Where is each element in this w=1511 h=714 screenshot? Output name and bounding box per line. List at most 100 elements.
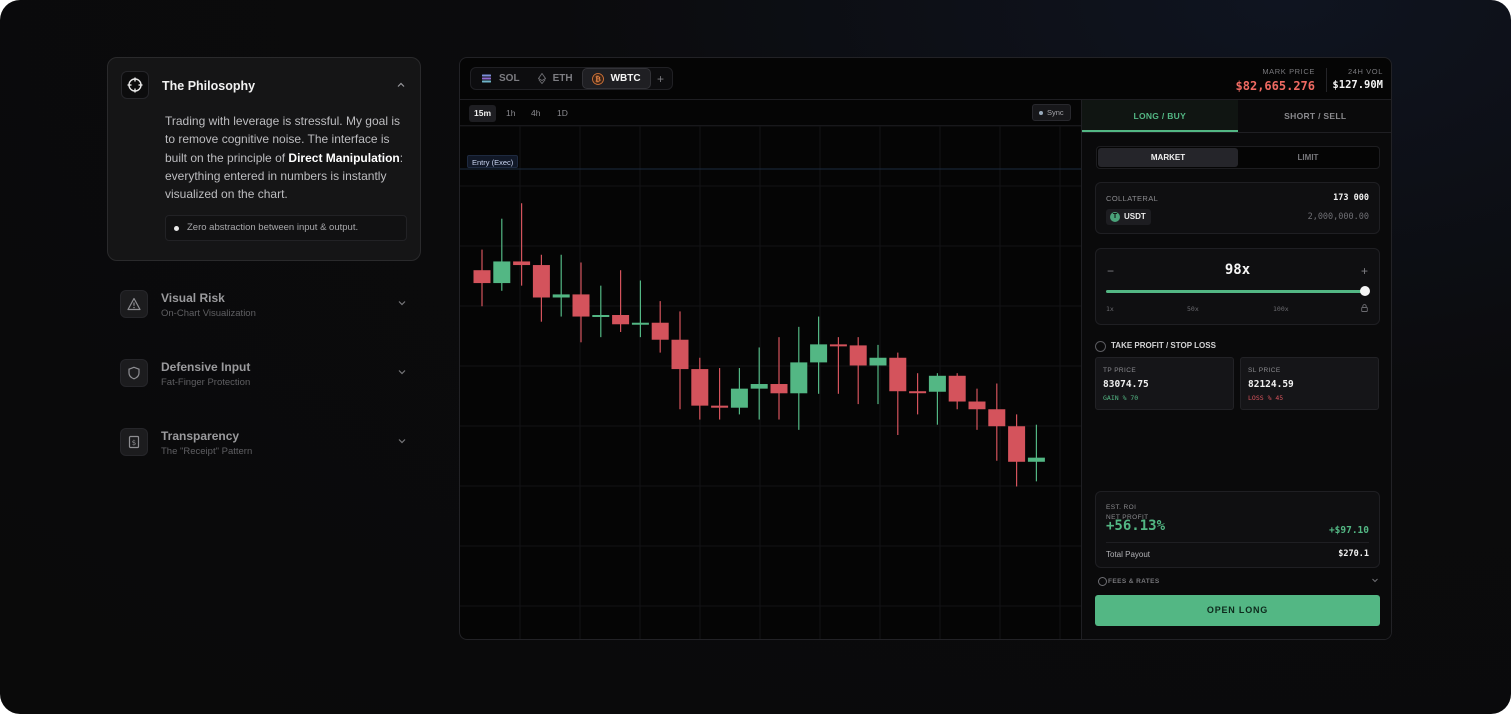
candle-down (691, 369, 709, 406)
total-payout-value: $270.1 (1338, 549, 1369, 559)
candle-up (810, 344, 828, 363)
collateral-input[interactable]: 173 000 (1333, 193, 1369, 203)
leverage-card: − 98x + 1x 50x 100x (1095, 248, 1380, 325)
candle-up (592, 315, 610, 318)
chevron-down-icon[interactable] (397, 298, 407, 308)
candle-down (829, 344, 847, 347)
app-frame: The Philosophy Trading with leverage is … (0, 0, 1511, 714)
tp-gain: GAIN % 70 (1103, 394, 1139, 402)
divider (1106, 542, 1369, 543)
accordion-item-visual-risk[interactable]: Visual Risk On-Chart Visualization (107, 288, 421, 338)
leverage-slider-track[interactable] (1106, 290, 1365, 293)
chevron-up-icon[interactable] (396, 80, 406, 90)
candle-up (1027, 457, 1045, 462)
candle-up (750, 384, 768, 389)
accordion-title: Transparency (161, 429, 240, 443)
volume-24h: 24H VOL $127.90M (1332, 67, 1383, 91)
candle-down (909, 391, 927, 394)
sl-price-card[interactable]: SL PRICE 82124.59 LOSS % 45 (1240, 357, 1379, 410)
accordion-subtitle: On-Chart Visualization (161, 308, 256, 319)
asset-topbar: SOL ETH ₿ WBTC + MARK PRICE $82,665.276 … (460, 58, 1391, 100)
accordion-note: Zero abstraction between input & output. (165, 215, 407, 241)
asset-tabs: SOL ETH ₿ WBTC + (470, 67, 673, 90)
token-selector[interactable]: USDT (1106, 209, 1151, 225)
candle-down (513, 261, 531, 266)
chart-area[interactable]: 15m 1h 4h 1D Sync Entry (Exec) (460, 100, 1081, 640)
svg-text:$: $ (132, 439, 136, 447)
tab-short-sell[interactable]: SHORT / SELL (1238, 100, 1392, 132)
collateral-label: COLLATERAL (1106, 194, 1159, 203)
leverage-increase-button[interactable]: + (1361, 264, 1368, 278)
shield-icon (120, 359, 148, 387)
candle-up (552, 294, 570, 298)
receipt-icon: $ (120, 428, 148, 456)
candle-down (889, 357, 907, 392)
candle-up (790, 362, 808, 394)
leverage-slider-handle[interactable] (1359, 286, 1370, 296)
order-type-market[interactable]: MARKET (1098, 148, 1238, 167)
trading-panel: SOL ETH ₿ WBTC + MARK PRICE $82,665.276 … (459, 57, 1392, 640)
side-tabs: LONG / BUY SHORT / SELL (1082, 100, 1392, 133)
accordion-title: The Philosophy (162, 79, 256, 93)
chevron-down-icon[interactable] (1371, 576, 1379, 584)
add-tab-button[interactable]: + (651, 68, 671, 89)
accordion-item-defensive-input[interactable]: Defensive Input Fat-Finger Protection (107, 357, 421, 407)
open-long-button[interactable]: OPEN LONG (1095, 595, 1380, 626)
tp-price-input[interactable]: 83074.75 (1103, 379, 1149, 390)
mark-price-label: MARK PRICE (1262, 67, 1315, 76)
tab-label: ETH (552, 73, 573, 84)
candle-up (631, 322, 649, 325)
roi-label: EST. ROI (1106, 504, 1137, 511)
candle-down (1008, 426, 1026, 462)
accordion-item-philosophy[interactable]: The Philosophy Trading with leverage is … (107, 57, 421, 261)
collateral-card[interactable]: COLLATERAL 173 000 USDT 2,000,000.00 (1095, 182, 1380, 234)
candle-down (473, 270, 491, 284)
candle-down (849, 345, 867, 366)
accordion-subtitle: The "Receipt" Pattern (161, 446, 253, 457)
leverage-value: 98x (1224, 262, 1251, 278)
collateral-balance: 2,000,000.00 (1307, 212, 1369, 222)
tab-sol[interactable]: SOL (472, 68, 529, 89)
candle-down (651, 322, 669, 340)
sl-label: SL PRICE (1248, 367, 1281, 374)
timeframe-15m[interactable]: 15m (469, 105, 497, 122)
lock-icon[interactable] (1361, 304, 1368, 312)
sl-price-input[interactable]: 82124.59 (1248, 379, 1294, 390)
candle-up (730, 388, 748, 408)
candlestick-chart[interactable] (460, 100, 1081, 640)
timeframe-4h[interactable]: 4h (526, 105, 545, 122)
volume-value: $127.90M (1332, 79, 1383, 91)
leverage-tick-1x: 1x (1106, 305, 1114, 313)
chevron-down-icon[interactable] (397, 436, 407, 446)
mark-price: MARK PRICE $82,665.276 (1236, 67, 1315, 93)
net-profit-label: NET PROFIT (1106, 514, 1149, 521)
candle-down (770, 384, 788, 394)
sync-button[interactable]: Sync (1032, 104, 1071, 121)
solana-icon (481, 74, 492, 83)
accordion-item-transparency[interactable]: $ Transparency The "Receipt" Pattern (107, 426, 421, 476)
warning-icon (120, 290, 148, 318)
stat-divider (1326, 68, 1327, 92)
order-form: LONG / BUY SHORT / SELL MARKET LIMIT COL… (1081, 100, 1392, 639)
tp-label: TP PRICE (1103, 367, 1137, 374)
tab-label: WBTC (610, 73, 641, 84)
fees-toggle[interactable]: FEES & RATES (1098, 577, 1160, 586)
candle-up (869, 357, 887, 366)
chevron-down-icon[interactable] (397, 367, 407, 377)
timeframe-1d[interactable]: 1D (552, 105, 573, 122)
tpsl-toggle[interactable]: TAKE PROFIT / STOP LOSS (1095, 340, 1216, 352)
sl-loss: LOSS % 45 (1248, 394, 1284, 402)
leverage-tick-100x: 100x (1273, 305, 1289, 313)
timeframe-1h[interactable]: 1h (501, 105, 520, 122)
candle-down (988, 409, 1006, 427)
accordion-body: Trading with leverage is stressful. My g… (165, 114, 404, 202)
tab-long-buy[interactable]: LONG / BUY (1082, 100, 1238, 132)
timeframe-bar: 15m 1h 4h 1D Sync (460, 100, 1081, 126)
total-payout-label: Total Payout (1106, 550, 1151, 559)
tab-eth[interactable]: ETH (529, 68, 582, 89)
tp-price-card[interactable]: TP PRICE 83074.75 GAIN % 70 (1095, 357, 1234, 410)
svg-text:₿: ₿ (595, 75, 601, 83)
tab-wbtc[interactable]: ₿ WBTC (581, 68, 651, 89)
order-type-limit[interactable]: LIMIT (1238, 148, 1378, 167)
tab-label: SOL (499, 73, 520, 84)
